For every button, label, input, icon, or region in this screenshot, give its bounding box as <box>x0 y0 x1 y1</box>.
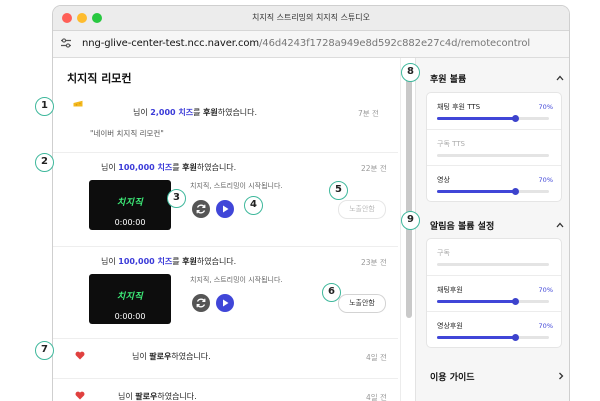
browser-window: 치지직 스트리밍의 치지직 스튜디오 nng-glive-center-test… <box>52 5 570 401</box>
video-caption: 치지직, 스트리밍이 시작됩니다. <box>190 276 283 284</box>
volume-slider[interactable] <box>437 333 549 341</box>
volume-slider[interactable] <box>437 114 549 122</box>
volume-label: 구독 <box>437 249 450 257</box>
video-thumbnail[interactable]: 치지직 0:00:00 <box>89 274 171 324</box>
thumbnail-logo: 치지직 <box>116 292 144 302</box>
video-thumbnail[interactable]: 치지직 0:00:00 <box>89 180 171 230</box>
volume-slider-fill <box>437 336 516 339</box>
thumbnail-logo: 치지직 <box>116 198 144 208</box>
list-item: 님이 100,000 치즈를 후원하였습니다. 22분 전 치지직 0:00:0… <box>53 152 398 247</box>
page-title: 치지직 리모컨 <box>67 72 132 85</box>
volume-row-video: 영상 70% <box>427 165 561 201</box>
volume-slider-fill <box>437 190 516 193</box>
volume-label: 채팅후원 <box>437 286 463 294</box>
alert-volume-card: 구독 채팅후원 70% 영상후원 70% <box>426 238 562 348</box>
callout-badge: 2 <box>35 153 54 172</box>
donation-amount: 2,000 치즈 <box>150 108 194 117</box>
volume-percent: 70% <box>538 103 553 111</box>
callout-badge: 7 <box>35 341 54 360</box>
chevron-up-icon[interactable] <box>556 75 564 81</box>
list-item: 님이 2,000 치즈를 후원하였습니다. 7분 전 "네이버 치지직 리모컨" <box>53 94 398 153</box>
event-time: 7분 전 <box>358 109 379 118</box>
volume-slider[interactable] <box>437 263 549 266</box>
donation-comment: "네이버 치지직 리모컨" <box>90 129 164 138</box>
callout-badge: 5 <box>329 181 348 200</box>
event-time: 22분 전 <box>361 164 387 173</box>
donation-amount: 100,000 치즈 <box>118 163 173 172</box>
event-message: 님이 100,000 치즈를 후원하였습니다. <box>101 163 237 172</box>
chevron-right-icon[interactable] <box>558 372 564 380</box>
play-icon <box>223 299 229 307</box>
url-path: /46d4243f1728a949e8d592c882e27c4d/remote… <box>259 38 531 49</box>
event-message: 님이 2,000 치즈를 후원하였습니다. <box>133 108 258 117</box>
video-caption: 치지직, 스트리밍이 시작됩니다. <box>190 182 283 190</box>
volume-row-video-donation: 영상후원 70% <box>427 311 561 347</box>
volume-slider-knob[interactable] <box>511 333 519 341</box>
callout-badge: 1 <box>35 97 54 116</box>
volume-label: 구독 TTS <box>437 140 465 148</box>
play-icon <box>223 205 229 213</box>
volume-label: 채팅 후원 TTS <box>437 103 481 111</box>
title-bar: 치지직 스트리밍의 치지직 스튜디오 <box>53 6 569 31</box>
callout-badge: 6 <box>322 283 341 302</box>
volume-percent: 70% <box>538 322 553 330</box>
list-item: 님이 팔로우하였습니다. 4일 전 <box>53 378 398 401</box>
volume-row-subscribe: 구독 <box>427 239 561 275</box>
expose-toggle-button[interactable]: 노출안함 <box>338 294 386 313</box>
remote-control-panel: 치지직 리모컨 님이 2,000 치즈를 후원하였습니다. 7분 전 "네이버 … <box>53 58 398 401</box>
callout-badge: 8 <box>401 63 420 82</box>
volume-percent: 70% <box>538 286 553 294</box>
list-item: 님이 100,000 치즈를 후원하였습니다. 23분 전 치지직 0:00:0… <box>53 246 398 339</box>
volume-slider-knob[interactable] <box>511 187 519 195</box>
window-title: 치지직 스트리밍의 치지직 스튜디오 <box>251 13 371 22</box>
list-item: 님이 팔로우하였습니다. 4일 전 <box>53 338 398 379</box>
donation-volume-card: 채팅 후원 TTS 70% 구독 TTS 영상 70% <box>426 92 562 202</box>
volume-label: 영상후원 <box>437 322 463 330</box>
volume-slider-fill <box>437 300 516 303</box>
replay-button[interactable] <box>192 294 210 312</box>
url-host: nng-glive-center-test.ncc.naver.com <box>82 38 260 49</box>
chevron-up-icon[interactable] <box>556 222 564 228</box>
address-bar[interactable]: nng-glive-center-test.ncc.naver.com/46d4… <box>53 31 569 58</box>
site-settings-icon[interactable] <box>60 37 72 49</box>
event-time: 23분 전 <box>361 258 387 267</box>
heart-icon <box>75 391 85 400</box>
volume-label: 영상 <box>437 176 450 184</box>
event-time: 4일 전 <box>366 353 387 362</box>
volume-slider-fill <box>437 117 516 120</box>
video-timecode: 0:00:00 <box>114 312 146 321</box>
donation-amount: 100,000 치즈 <box>118 257 173 266</box>
play-button[interactable] <box>216 294 234 312</box>
volume-row-chat-donation: 채팅후원 70% <box>427 275 561 312</box>
volume-slider-knob[interactable] <box>511 297 519 305</box>
volume-slider[interactable] <box>437 154 549 157</box>
scrollbar-thumb[interactable] <box>406 68 412 318</box>
alert-volume-header[interactable]: 알림음 볼륨 설정 <box>430 219 494 232</box>
heart-icon <box>75 351 85 360</box>
volume-slider[interactable] <box>437 187 549 195</box>
callout-badge: 3 <box>167 189 186 208</box>
replay-button[interactable] <box>192 200 210 218</box>
callout-badge: 4 <box>244 196 263 215</box>
video-timecode: 0:00:00 <box>114 218 146 227</box>
usage-guide-link[interactable]: 이용 가이드 <box>430 370 475 383</box>
volume-row-subscribe-tts: 구독 TTS <box>427 129 561 166</box>
donation-volume-header[interactable]: 후원 볼륨 <box>430 72 466 85</box>
cheese-icon <box>73 100 83 107</box>
event-message: 님이 팔로우하였습니다. <box>132 352 211 361</box>
volume-percent: 70% <box>538 176 553 184</box>
volume-slider[interactable] <box>437 297 549 305</box>
volume-row-chat-tts: 채팅 후원 TTS 70% <box>427 93 561 129</box>
event-message: 님이 100,000 치즈를 후원하였습니다. <box>101 257 237 266</box>
settings-sidebar: 후원 볼륨 채팅 후원 TTS 70% 구독 TTS 영상 70% 알림음 볼륨… <box>415 58 569 401</box>
url-text[interactable]: nng-glive-center-test.ncc.naver.com/46d4… <box>82 38 530 49</box>
replay-icon <box>196 298 206 308</box>
expose-toggle-button[interactable]: 노출안함 <box>338 200 386 219</box>
callout-badge: 9 <box>401 211 420 230</box>
replay-icon <box>196 204 206 214</box>
play-button[interactable] <box>216 200 234 218</box>
volume-slider-knob[interactable] <box>511 114 519 122</box>
